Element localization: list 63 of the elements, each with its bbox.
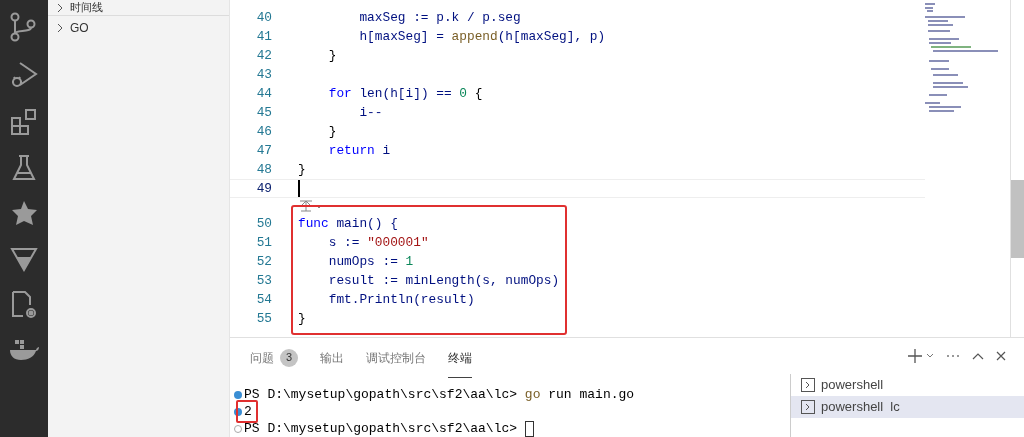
scrollbar-thumb[interactable]	[1011, 180, 1024, 258]
line-number: 46	[255, 122, 272, 141]
terminal-line: PS D:\mysetup\gopath\src\sf2\aa\lc>	[244, 419, 519, 437]
panel-tab[interactable]: 终端	[448, 338, 472, 378]
code-line: s := "000001"	[327, 233, 429, 252]
code-line: }	[327, 122, 337, 141]
panel-tab[interactable]: 调试控制台	[366, 338, 426, 378]
chevron-up-icon[interactable]	[972, 352, 984, 360]
code-line: return i	[327, 141, 391, 160]
line-number: 40	[255, 8, 272, 27]
section-label: GO	[70, 20, 89, 37]
panel-tab[interactable]: 输出	[320, 338, 344, 378]
line-number: 47	[255, 141, 272, 160]
code-line: result := minLength(s, numOps)	[327, 271, 560, 290]
triangle-icon[interactable]	[10, 246, 38, 272]
text-cursor	[298, 180, 300, 197]
code-line: }	[327, 46, 337, 65]
line-number: 44	[255, 84, 272, 103]
line-number: 48	[255, 160, 272, 179]
line-number: 55	[255, 309, 272, 328]
file-gear-icon[interactable]	[10, 290, 38, 320]
source-control-icon[interactable]	[10, 12, 38, 42]
close-icon[interactable]	[996, 351, 1006, 361]
more-icon[interactable]	[946, 354, 960, 358]
command-decoration[interactable]	[234, 390, 242, 399]
whale-icon[interactable]	[9, 338, 39, 360]
line-number: 41	[255, 27, 272, 46]
terminal-line: PS D:\mysetup\gopath\src\sf2\aa\lc> go run main.go	[244, 385, 635, 404]
terminal-list-item[interactable]: powershell lc	[791, 396, 1024, 418]
chevron-down-icon[interactable]	[926, 353, 934, 359]
terminal-icon	[801, 378, 815, 392]
panel-tab[interactable]: 问题 3	[250, 338, 298, 378]
sidebar-section[interactable]: 时间线	[48, 0, 229, 16]
terminal-icon	[801, 400, 815, 414]
code-line: }	[298, 160, 306, 179]
code-line: h[maxSeg] = append(h[maxSeg], p)	[358, 27, 606, 46]
terminal-line: 2	[244, 402, 252, 421]
count-badge: 3	[280, 348, 298, 367]
line-number: 50	[255, 214, 272, 233]
code-line: i--	[358, 103, 383, 122]
code-line: }	[298, 309, 306, 328]
line-number: 54	[255, 290, 272, 309]
line-number: 51	[255, 233, 272, 252]
line-number: 53	[255, 271, 272, 290]
line-number: 45	[255, 103, 272, 122]
run-debug-icon[interactable]	[10, 60, 38, 90]
line-number: 42	[255, 46, 272, 65]
line-number: 52	[255, 252, 272, 271]
star-icon[interactable]	[10, 200, 38, 228]
code-line: for len(h[i]) == 0 {	[327, 84, 483, 103]
line-number: 49	[255, 179, 272, 198]
plus-icon[interactable]	[908, 349, 922, 363]
code-line: maxSeg := p.k / p.seg	[358, 8, 521, 27]
line-number: 43	[255, 65, 272, 84]
command-decoration[interactable]	[234, 407, 242, 416]
extensions-icon[interactable]	[10, 108, 38, 136]
sidebar-section[interactable]: GO	[48, 16, 229, 40]
flask-icon[interactable]	[11, 154, 37, 182]
code-line: func main() {	[298, 214, 398, 233]
section-label: 时间线	[70, 0, 103, 16]
code-line: numOps := 1	[327, 252, 414, 271]
terminal-list-item[interactable]: powershell	[791, 374, 1024, 396]
code-line: fmt.Println(result)	[327, 290, 475, 309]
